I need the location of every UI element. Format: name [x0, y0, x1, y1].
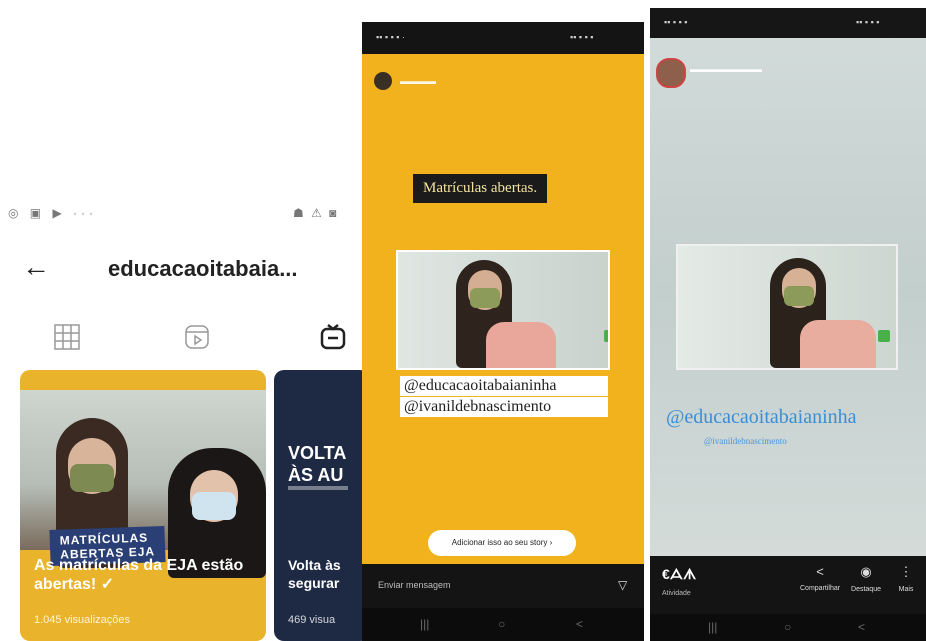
share-icon: <: [816, 564, 824, 579]
status-icons-left: ▪▪ ▪ ▪ ▪ ·: [376, 32, 405, 42]
shared-video-preview[interactable]: [676, 244, 898, 370]
check-icon: [604, 330, 608, 342]
tab-igtv[interactable]: [318, 322, 348, 352]
mention-stickers: @educacaoitabaianinha @ivanildebnascimen…: [400, 376, 608, 418]
story-username: ▬▬▬▬▬▬▬▬: [690, 64, 762, 74]
video-thumbnail: MATRÍCULAS ABERTAS EJA: [20, 390, 266, 578]
activity-label: Atividade: [662, 590, 691, 597]
action-label: Compartilhar: [800, 585, 841, 592]
view-count: 1.045 visualizações: [34, 614, 131, 626]
back-icon[interactable]: <: [576, 617, 583, 631]
igtv-video-card[interactable]: MATRÍCULAS ABERTAS EJA As matrículas da …: [20, 370, 266, 641]
thumbnail-divider: [288, 486, 348, 490]
phone-status-bar: ▪▪ ▪ ▪ ▪ ▪▪ ▪ ▪ ▪: [650, 8, 926, 38]
status-bar-left: ◎ ▣ ▶ ···: [8, 206, 98, 220]
story-owner-toolbar: €ᗋᗑ Atividade < Compartilhar ◉ Destaque …: [650, 556, 926, 614]
story-username: ▬▬▬▬: [400, 76, 436, 86]
shared-video-preview[interactable]: [396, 250, 610, 370]
avatar[interactable]: [656, 58, 686, 88]
person-shirt: [486, 322, 556, 368]
grid-icon: [54, 324, 80, 350]
more-button[interactable]: ⋮ Mais: [886, 564, 926, 593]
status-icons-right: ▪▪ ▪ ▪ ▪: [856, 17, 880, 27]
status-icons-right: ▪▪ ▪ ▪ ▪: [570, 32, 594, 42]
reels-icon: [185, 325, 209, 349]
share-button[interactable]: < Compartilhar: [800, 564, 840, 592]
home-icon[interactable]: ○: [784, 620, 791, 634]
gray-story-screen: ▪▪ ▪ ▪ ▪ ▪▪ ▪ ▪ ▪ ▬▬▬▬▬▬▬▬ @educacaoitab…: [650, 8, 926, 641]
more-icon: ⋮: [899, 564, 913, 579]
mention-link[interactable]: @educacaoitabaianinha: [666, 406, 857, 429]
story-caption: Matrículas abertas.: [413, 174, 548, 203]
action-label: Mais: [898, 586, 914, 593]
add-to-story-button[interactable]: Adicionar isso ao seu story ›: [428, 530, 576, 556]
face-mask: [70, 464, 114, 492]
video-title: Volta às segurar: [288, 557, 341, 591]
highlight-button[interactable]: ◉ Destaque: [846, 564, 886, 593]
recents-icon[interactable]: |||: [420, 617, 429, 631]
profile-username: educacaoitabaia...: [108, 256, 298, 281]
status-icons-left: ▪▪ ▪ ▪ ▪: [664, 17, 688, 27]
message-input[interactable]: Enviar mensagem: [378, 580, 451, 590]
igtv-profile-panel: ◎ ▣ ▶ ··· ☗ ⚠ ◙ ← educacaoitabaia... MAT…: [0, 0, 370, 641]
check-icon: [878, 330, 890, 342]
thumbnail-headline: VOLTA ÀS AU: [288, 443, 347, 485]
video-title: As matrículas da EJA estão abertas! ✓: [34, 557, 244, 593]
face-mask: [470, 288, 500, 308]
action-label: Destaque: [851, 586, 881, 593]
mention-sticker[interactable]: @ivanildebnascimento: [400, 397, 608, 417]
android-nav-bar: ||| ○ <: [650, 614, 926, 641]
person-shirt: [800, 320, 876, 368]
activity-viewers[interactable]: €ᗋᗑ: [662, 566, 696, 583]
highlight-icon: ◉: [860, 564, 872, 579]
phone-status-bar: ▪▪ ▪ ▪ ▪ · ▪▪ ▪ ▪ ▪: [362, 22, 644, 54]
send-icon[interactable]: ▽: [618, 578, 627, 592]
mention-sticker[interactable]: @educacaoitabaianinha: [400, 376, 608, 396]
reply-bar: Enviar mensagem ▽: [362, 564, 644, 608]
tab-reels[interactable]: [182, 322, 212, 352]
face-mask: [784, 286, 814, 306]
avatar[interactable]: [374, 72, 392, 90]
view-count: 469 visua: [288, 614, 336, 626]
mention-link[interactable]: @ivanildebnascimento: [704, 436, 787, 446]
igtv-video-card[interactable]: VOLTA ÀS AU Volta às segurar 469 visua: [274, 370, 370, 641]
igtv-icon: [320, 324, 346, 350]
back-arrow-icon[interactable]: ←: [22, 253, 50, 281]
tab-grid[interactable]: [52, 322, 82, 352]
home-icon[interactable]: ○: [498, 617, 505, 631]
android-nav-bar: ||| ○ <: [362, 608, 644, 641]
recents-icon[interactable]: |||: [708, 620, 717, 634]
back-icon[interactable]: <: [858, 620, 865, 634]
yellow-story-screen: ▪▪ ▪ ▪ ▪ · ▪▪ ▪ ▪ ▪ ▬▬▬▬ Matrículas aber…: [362, 22, 644, 641]
face-mask: [192, 492, 236, 520]
status-bar-right: ☗ ⚠ ◙: [293, 206, 339, 220]
